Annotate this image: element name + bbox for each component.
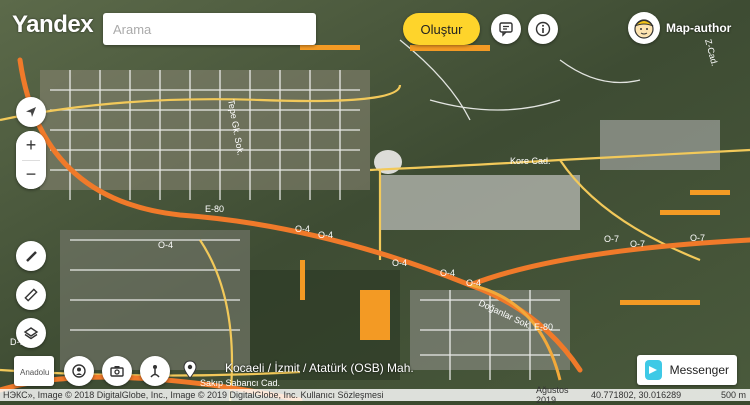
road-label: O-4	[440, 268, 455, 278]
road-label: O-4	[392, 258, 407, 268]
layers-icon	[23, 327, 39, 340]
measure-button[interactable]	[16, 280, 46, 310]
info-button[interactable]	[528, 14, 558, 44]
search-input[interactable]	[103, 13, 316, 45]
messenger-button[interactable]: Messenger	[637, 355, 737, 385]
imagery-date: Ağustos 2019	[536, 385, 569, 405]
road-label: E-80	[534, 322, 553, 332]
road-label: O-4	[466, 278, 481, 288]
location-arrow-icon	[26, 107, 36, 117]
location-address: Kocaeli / İzmit / Atatürk (OSB) Mah.	[225, 361, 414, 375]
map-thumbnail[interactable]: Anadolu	[14, 356, 54, 386]
location-pin	[182, 360, 198, 385]
road-label: E-80	[205, 204, 224, 214]
zoom-in-button[interactable]: +	[16, 131, 46, 160]
avatar-face-icon	[634, 19, 654, 39]
copyright-text[interactable]: НЭКС», Image © 2018 DigitalGlobe, Inc., …	[0, 390, 536, 400]
feedback-button[interactable]	[491, 14, 521, 44]
info-icon	[535, 21, 551, 37]
map-footer: НЭКС», Image © 2018 DigitalGlobe, Inc., …	[0, 385, 750, 405]
user-menu[interactable]: Map-author	[628, 12, 731, 44]
panorama-person-icon	[72, 364, 86, 378]
road-label: Kore Cad.	[510, 156, 551, 166]
satellite-map[interactable]: E-80 O-4 O-4 O-4 O-4 O-4 O-4 O-7 O-7 O-7…	[0, 0, 750, 401]
coordinates: 40.771802, 30.016289	[591, 390, 682, 400]
photos-button[interactable]	[102, 356, 132, 386]
road-label: O-4	[318, 230, 333, 240]
pin-icon	[183, 360, 197, 379]
zoom-control: + −	[16, 131, 46, 189]
route-button[interactable]	[140, 356, 170, 386]
avatar[interactable]	[628, 12, 660, 44]
create-button[interactable]: Oluştur	[403, 13, 480, 45]
username[interactable]: Map-author	[666, 21, 731, 35]
thumbnail-label: Anadolu	[20, 368, 50, 377]
road-label: O-7	[604, 234, 619, 244]
camera-icon	[110, 366, 124, 377]
road-label: O-7	[630, 239, 645, 249]
road-label: O-4	[295, 224, 310, 234]
layers-button[interactable]	[16, 318, 46, 348]
locate-button[interactable]	[16, 97, 46, 127]
panorama-button[interactable]	[64, 356, 94, 386]
ruler-icon	[24, 288, 38, 302]
scale-bar: 500 m	[720, 390, 746, 400]
road-label: Sakıp Sabancı Cad.	[200, 378, 280, 388]
road-label: O-4	[158, 240, 173, 250]
road-label: O-7	[690, 233, 705, 243]
messenger-label: Messenger	[669, 363, 729, 377]
industrial-area	[380, 175, 580, 230]
ruler-icon	[26, 251, 37, 262]
ruler-tool-button[interactable]	[16, 241, 46, 271]
industrial-area	[600, 120, 720, 170]
route-icon	[150, 365, 160, 378]
messenger-icon	[645, 360, 662, 380]
speech-bubble-icon	[499, 22, 513, 37]
yandex-logo[interactable]: Yandex	[12, 11, 94, 39]
